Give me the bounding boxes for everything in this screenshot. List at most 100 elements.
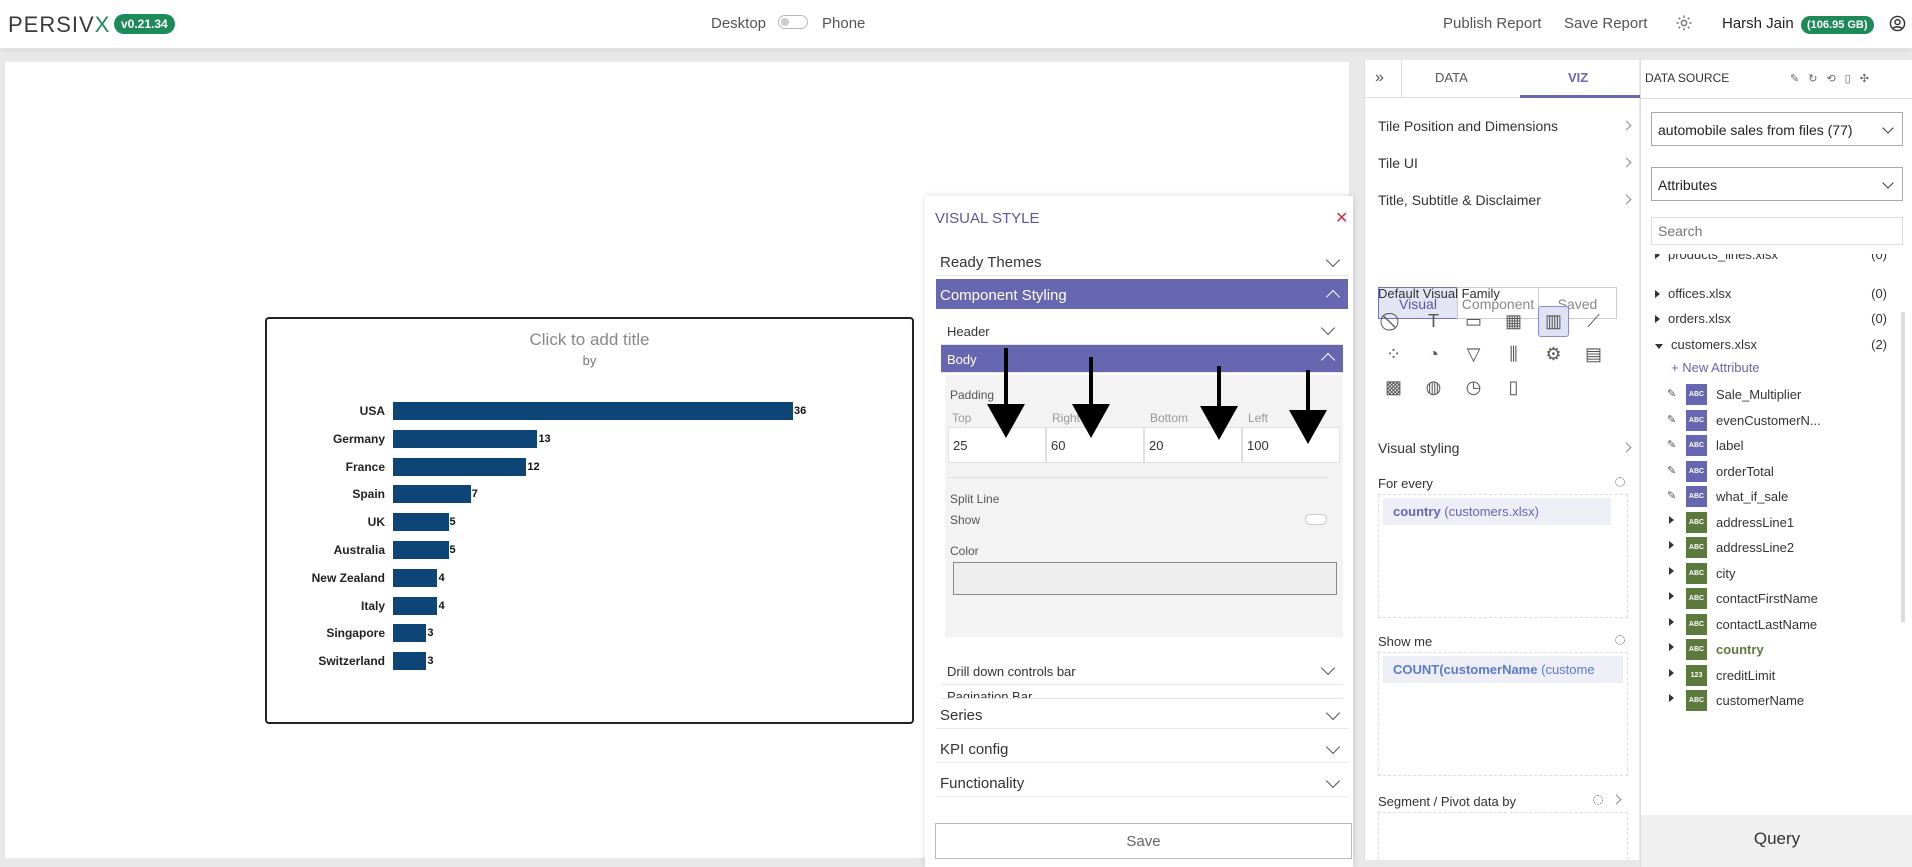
caret-right-icon[interactable] bbox=[1669, 566, 1682, 578]
caret-right-icon[interactable] bbox=[1669, 515, 1682, 527]
attribute-item[interactable]: 123 creditLimit bbox=[1661, 664, 1901, 689]
gear-icon[interactable]: ⚙ bbox=[1538, 339, 1569, 370]
phone-option[interactable]: Phone bbox=[822, 15, 865, 32]
save-button[interactable]: Save bbox=[935, 823, 1352, 859]
bar[interactable] bbox=[393, 624, 427, 643]
show-me-dropzone[interactable]: COUNT(customerName (custome bbox=[1378, 652, 1628, 776]
document-icon[interactable]: ▯ bbox=[1845, 73, 1860, 85]
refresh-icon[interactable]: ↻ bbox=[1808, 73, 1826, 85]
attribute-item[interactable]: ABC addressLine1 bbox=[1661, 511, 1901, 536]
chart-title[interactable]: Click to add title bbox=[267, 330, 912, 350]
bar[interactable] bbox=[393, 568, 438, 587]
attribute-item[interactable]: ABC addressLine2 bbox=[1661, 537, 1901, 561]
desktop-option[interactable]: Desktop bbox=[711, 15, 766, 32]
caret-right-icon[interactable] bbox=[1655, 315, 1660, 324]
scatter-icon[interactable]: ⁘ bbox=[1378, 339, 1409, 370]
document-icon[interactable]: ▯ bbox=[1498, 372, 1529, 403]
text-icon[interactable]: T bbox=[1418, 306, 1449, 337]
segment-dropzone[interactable] bbox=[1378, 812, 1628, 860]
pagination-subsection[interactable]: Pagination Bar bbox=[941, 685, 1343, 699]
table-icon[interactable]: ▦ bbox=[1498, 306, 1529, 337]
tile-position-section[interactable]: Tile Position and Dimensions bbox=[1378, 118, 1632, 134]
collapse-arrows-icon[interactable]: ✣ bbox=[1860, 73, 1878, 85]
caret-right-icon[interactable] bbox=[1655, 289, 1660, 298]
tab-viz[interactable]: VIZ bbox=[1568, 70, 1588, 85]
series-section[interactable]: Series bbox=[936, 699, 1348, 729]
pencil-icon[interactable]: ✎ bbox=[1667, 438, 1676, 451]
publish-report-button[interactable]: Publish Report bbox=[1443, 15, 1541, 32]
attribute-item[interactable]: ✎ ABC what_if_sale bbox=[1661, 486, 1901, 510]
bar-chart-icon[interactable]: ▥ bbox=[1538, 306, 1569, 337]
pencil-icon[interactable]: ✎ bbox=[1667, 464, 1676, 477]
attribute-item[interactable]: ABC contactLastName bbox=[1661, 613, 1901, 638]
bar[interactable] bbox=[393, 652, 427, 671]
tab-data[interactable]: DATA bbox=[1435, 70, 1468, 85]
caret-right-icon[interactable] bbox=[1669, 617, 1682, 629]
save-report-button[interactable]: Save Report bbox=[1564, 15, 1647, 32]
caret-right-icon[interactable] bbox=[1669, 591, 1682, 603]
user-name[interactable]: Harsh Jain bbox=[1722, 15, 1794, 32]
bar[interactable] bbox=[393, 513, 449, 532]
settings-icon[interactable] bbox=[1593, 795, 1603, 805]
pencil-icon[interactable]: ✎ bbox=[1667, 489, 1676, 502]
attribute-item[interactable]: ✎ ABC orderTotal bbox=[1661, 460, 1901, 485]
color-picker[interactable] bbox=[953, 562, 1337, 595]
attributes-select[interactable]: Attributes bbox=[1651, 167, 1903, 201]
scrollbar[interactable] bbox=[1901, 312, 1905, 622]
attribute-item[interactable]: ✎ ABC label bbox=[1661, 435, 1901, 459]
attribute-item[interactable]: ABC country bbox=[1661, 639, 1901, 663]
data-source-select[interactable]: automobile sales from files (77) bbox=[1651, 112, 1903, 146]
tile-ui-section[interactable]: Tile UI bbox=[1378, 155, 1632, 171]
functionality-section[interactable]: Functionality bbox=[936, 767, 1348, 797]
header-subsection[interactable]: Header bbox=[941, 317, 1343, 345]
chart-tile[interactable]: Click to add title by USA 36 Germany 13 Fran… bbox=[265, 317, 914, 724]
caret-right-icon[interactable] bbox=[1669, 668, 1682, 680]
file-item[interactable]: products_lines.xlsx (0) bbox=[1655, 254, 1905, 268]
dashboard-icon[interactable]: ▤ bbox=[1578, 339, 1609, 370]
attribute-item[interactable]: ABC contactFirstName bbox=[1661, 588, 1901, 612]
new-attribute-button[interactable]: + New Attribute bbox=[1671, 360, 1760, 375]
bar[interactable] bbox=[393, 457, 527, 476]
caret-right-icon[interactable] bbox=[1655, 254, 1660, 259]
show-me-chip[interactable]: COUNT(customerName (custome bbox=[1383, 656, 1623, 683]
caret-down-icon[interactable] bbox=[1655, 343, 1663, 349]
settings-icon[interactable] bbox=[1615, 477, 1625, 487]
file-item[interactable]: offices.xlsx (0) bbox=[1655, 286, 1905, 306]
attribute-item[interactable]: ABC customerName bbox=[1661, 690, 1901, 714]
collapse-icon[interactable]: » bbox=[1375, 69, 1384, 87]
caret-right-icon[interactable] bbox=[1669, 693, 1682, 705]
for-every-dropzone[interactable]: country (customers.xlsx) bbox=[1378, 494, 1628, 618]
no-visual-icon[interactable]: ⃠ bbox=[1378, 306, 1409, 337]
edit-icon[interactable]: ✎ bbox=[1790, 73, 1808, 85]
device-toggle[interactable] bbox=[778, 15, 808, 29]
kpi-config-section[interactable]: KPI config bbox=[936, 733, 1348, 763]
search-input[interactable] bbox=[1651, 217, 1903, 245]
user-icon[interactable] bbox=[1889, 15, 1906, 35]
chevron-right-icon[interactable] bbox=[1611, 794, 1622, 805]
component-styling-section[interactable]: Component Styling bbox=[936, 279, 1348, 309]
bar[interactable] bbox=[393, 402, 793, 420]
funnel-icon[interactable]: ▽ bbox=[1458, 339, 1489, 370]
settings-icon[interactable] bbox=[1615, 635, 1625, 645]
bar[interactable] bbox=[393, 485, 471, 504]
drill-down-subsection[interactable]: Drill down controls bar bbox=[941, 657, 1343, 685]
close-icon[interactable]: ✕ bbox=[1335, 208, 1348, 228]
file-item[interactable]: orders.xlsx (0) bbox=[1655, 311, 1905, 331]
body-subsection[interactable]: Body bbox=[941, 345, 1343, 373]
bar[interactable] bbox=[393, 596, 438, 615]
gear-icon[interactable] bbox=[1675, 14, 1693, 35]
attribute-item[interactable]: ABC city bbox=[1661, 562, 1901, 587]
visual-styling-section[interactable]: Visual styling bbox=[1378, 440, 1632, 456]
file-item[interactable]: customers.xlsx (2) bbox=[1655, 337, 1905, 357]
caret-right-icon[interactable] bbox=[1669, 540, 1682, 552]
line-chart-icon[interactable]: ⟋ bbox=[1578, 306, 1609, 337]
kpi-card-icon[interactable]: ▭ bbox=[1458, 306, 1489, 337]
gauge-icon[interactable]: ◷ bbox=[1458, 372, 1489, 403]
title-subtitle-section[interactable]: Title, Subtitle & Disclaimer bbox=[1378, 192, 1632, 208]
query-button[interactable]: Query bbox=[1641, 815, 1912, 867]
map-icon[interactable]: ▩ bbox=[1378, 372, 1409, 403]
caret-right-icon[interactable] bbox=[1669, 642, 1682, 654]
ready-themes-section[interactable]: Ready Themes bbox=[936, 246, 1348, 276]
show-toggle[interactable] bbox=[1305, 514, 1327, 525]
attribute-item[interactable]: ✎ ABC Sale_Multiplier bbox=[1661, 384, 1901, 408]
